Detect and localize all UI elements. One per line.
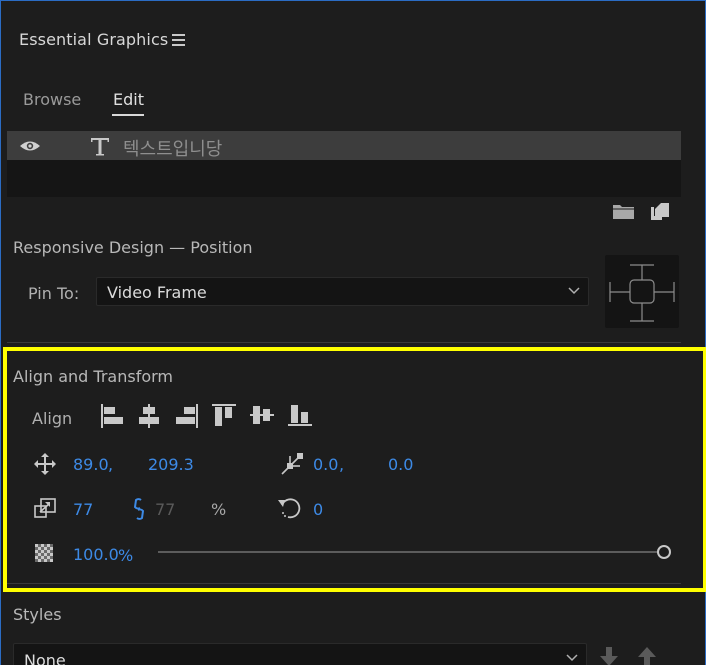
text-layer-icon [91,138,109,156]
sync-style-up-icon[interactable] [637,647,657,665]
align-right-icon[interactable] [175,403,199,429]
panel-menu-icon[interactable] [172,34,185,46]
section-divider [7,342,681,343]
styles-dropdown[interactable]: None [13,643,587,665]
align-vertical-center-icon[interactable] [249,403,275,427]
position-separator: , [108,455,114,474]
anchor-x-value[interactable]: 0.0 [313,455,338,474]
push-style-down-icon[interactable] [599,647,619,665]
rotation-icon [278,498,301,519]
chevron-down-icon [568,287,580,295]
position-y-value[interactable]: 209.3 [148,455,194,474]
pin-edges-icon [609,264,675,322]
anchor-separator: , [339,455,345,474]
layer-row[interactable]: 텍스트입니당 [7,131,681,160]
styles-title: Styles [13,605,62,624]
opacity-value[interactable]: 100.0 [73,545,119,564]
position-move-icon [34,453,56,475]
active-tab-indicator [112,114,144,116]
anchor-point-icon [281,453,303,475]
opacity-slider-track[interactable] [158,551,658,553]
essential-graphics-panel: Essential Graphics Browse Edit 텍스트입니당 Re… [0,0,706,665]
panel-title: Essential Graphics [19,30,169,49]
opacity-slider-handle[interactable] [657,545,671,559]
align-left-icon[interactable] [100,403,124,429]
scale-icon [34,498,56,518]
scale-unit: % [211,500,227,519]
opacity-checker-icon [35,544,53,562]
pin-to-label: Pin To: [28,284,80,303]
new-group-folder-icon[interactable] [613,204,634,219]
tab-browse[interactable]: Browse [23,90,81,109]
eye-icon[interactable] [19,140,41,152]
pin-to-value: Video Frame [107,283,207,302]
link-scale-icon[interactable] [132,497,146,521]
align-horizontal-center-icon[interactable] [137,403,161,429]
align-transform-title: Align and Transform [13,367,173,386]
section-divider [7,583,681,584]
layer-name: 텍스트입니당 [123,139,223,160]
align-bottom-icon[interactable] [287,403,313,427]
align-top-icon[interactable] [211,403,237,427]
chevron-down-icon [566,654,578,662]
scale-linked-value: 77 [155,500,176,519]
pin-to-dropdown[interactable]: Video Frame [96,277,589,306]
scale-value[interactable]: 77 [73,500,93,519]
responsive-design-title: Responsive Design — Position [13,238,253,257]
opacity-unit: % [118,546,134,565]
align-label: Align [32,409,73,428]
layer-list[interactable]: 텍스트입니당 [7,131,681,197]
rotation-value[interactable]: 0 [313,500,323,519]
anchor-y-value[interactable]: 0.0 [388,455,413,474]
pin-edges-widget[interactable] [605,255,679,328]
styles-value: None [24,651,66,665]
new-layer-icon[interactable] [651,203,669,220]
tab-edit[interactable]: Edit [113,90,144,109]
position-x-value[interactable]: 89.0 [73,455,109,474]
